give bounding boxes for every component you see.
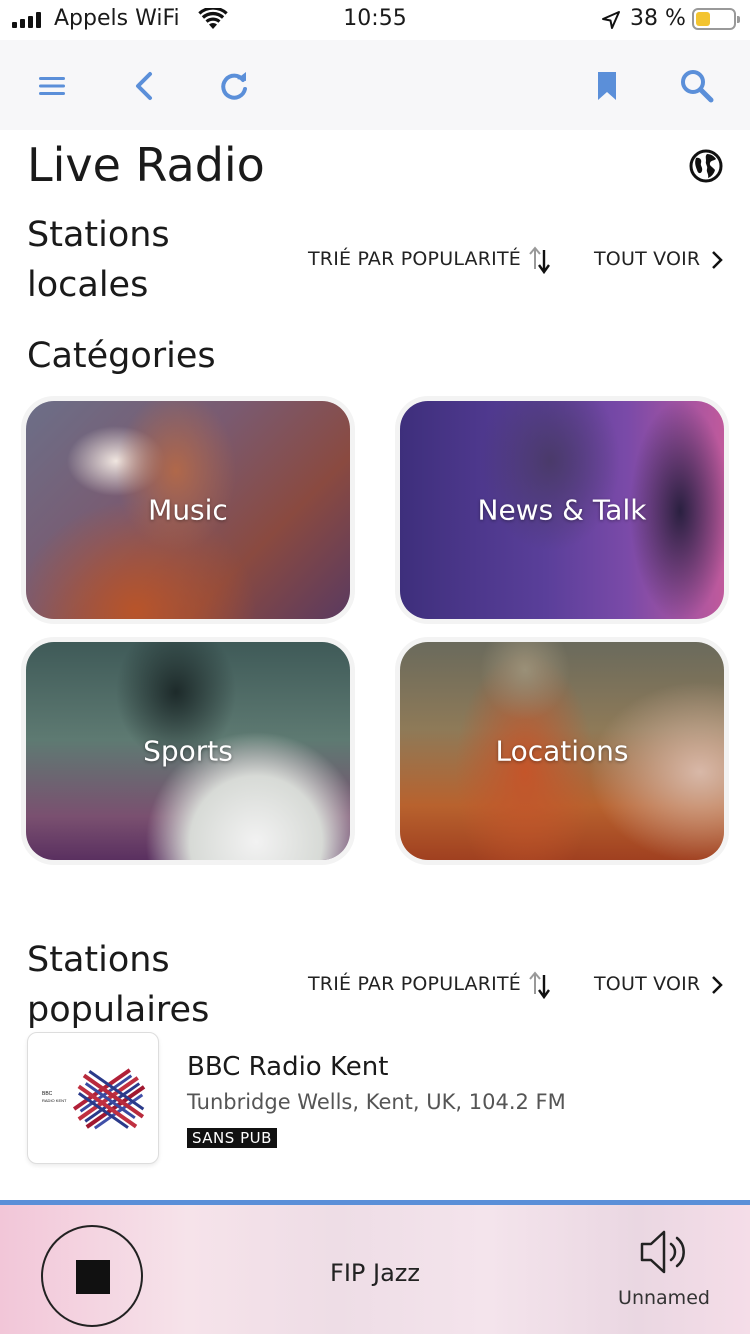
sort-arrows-icon[interactable]: [528, 245, 554, 275]
location-arrow-icon: [602, 11, 620, 29]
station-name[interactable]: BBC Radio Kent: [187, 1052, 388, 1082]
speaker-icon: [640, 1230, 685, 1274]
local-stations-title: Stations locales: [27, 215, 170, 305]
svg-text:BBC: BBC: [42, 1091, 53, 1097]
battery-icon: [692, 8, 740, 30]
bookmark-button[interactable]: [585, 64, 629, 108]
category-card-music[interactable]: Music: [26, 401, 350, 619]
categories-title: Catégories: [27, 336, 216, 376]
local-sort-button[interactable]: TRIÉ PAR POPULARITÉ: [308, 248, 521, 270]
battery-percent: 38 %: [630, 6, 686, 31]
output-device-label[interactable]: Unnamed: [604, 1287, 724, 1309]
menu-button[interactable]: [30, 64, 74, 108]
local-see-all-link[interactable]: TOUT VOIR: [594, 248, 700, 270]
category-label: Sports: [143, 734, 233, 768]
chevron-right-icon[interactable]: [710, 250, 724, 270]
status-bar: Appels WiFi 10:55 38 %: [0, 0, 750, 40]
search-button[interactable]: [675, 64, 719, 108]
category-card-locations[interactable]: Locations: [400, 642, 724, 860]
bbc-radio-kent-logo: BBC RADIO KENT: [42, 1068, 146, 1130]
category-card-sports[interactable]: Sports: [26, 642, 350, 860]
sort-arrows-icon[interactable]: [528, 970, 554, 1000]
search-icon: [681, 70, 714, 103]
popular-stations-title: Stations populaires: [27, 940, 210, 1030]
category-label: Music: [148, 493, 228, 527]
category-card-news-talk[interactable]: News & Talk: [400, 401, 724, 619]
station-location: Tunbridge Wells, Kent, UK, 104.2 FM: [187, 1090, 566, 1114]
volume-button[interactable]: [638, 1227, 692, 1277]
popular-sort-button[interactable]: TRIÉ PAR POPULARITÉ: [308, 973, 521, 995]
menu-icon: [39, 77, 65, 95]
popular-see-all-link[interactable]: TOUT VOIR: [594, 973, 700, 995]
svg-text:RADIO KENT: RADIO KENT: [42, 1098, 67, 1103]
region-button[interactable]: [688, 148, 728, 188]
category-label: Locations: [495, 734, 629, 768]
top-nav-bar: [0, 40, 750, 130]
ad-free-badge: SANS PUB: [187, 1128, 277, 1148]
category-label: News & Talk: [477, 493, 647, 527]
station-logo[interactable]: BBC RADIO KENT: [27, 1032, 159, 1164]
chevron-right-icon[interactable]: [710, 975, 724, 995]
refresh-icon: [221, 72, 247, 100]
back-button[interactable]: [122, 64, 166, 108]
mini-player: FIP Jazz Unnamed: [0, 1200, 750, 1334]
back-icon: [136, 72, 152, 100]
refresh-button[interactable]: [212, 64, 256, 108]
bookmark-icon: [598, 72, 616, 100]
globe-icon: [689, 149, 723, 183]
page-title: Live Radio: [27, 138, 265, 192]
